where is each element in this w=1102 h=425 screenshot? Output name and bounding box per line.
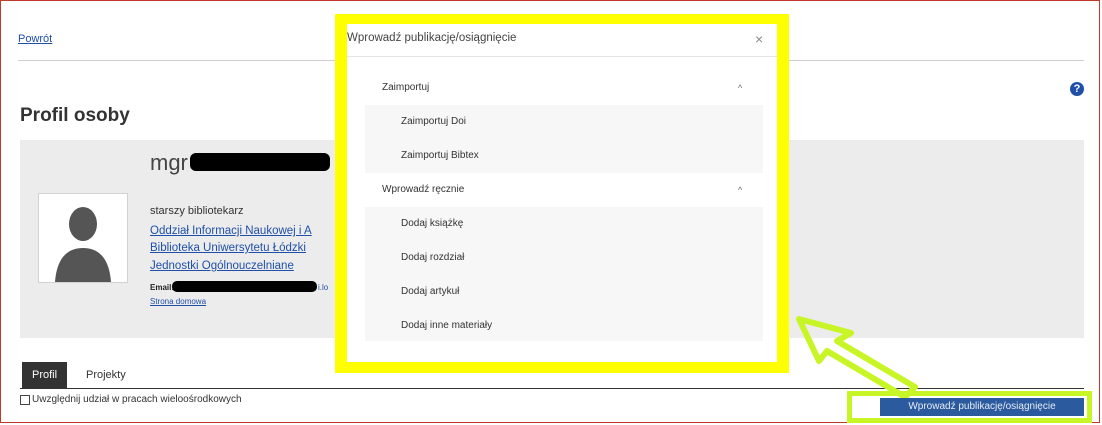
modal-menu: Zaimportuj ^ Zaimportuj Doi Zaimportuj B… (365, 71, 763, 341)
menu-item-label: Dodaj inne materiały (401, 320, 493, 331)
menu-item-label: Dodaj książkę (401, 218, 464, 229)
menu-section-import[interactable]: Zaimportuj ^ (365, 71, 763, 105)
back-link[interactable]: Powrót (18, 33, 52, 45)
add-publication-button[interactable]: Wprowadź publikację/osiągnięcie (880, 398, 1084, 416)
chevron-up-icon: ^ (738, 83, 743, 93)
unit-link[interactable]: Biblioteka Uniwersytetu Łódzki (150, 242, 340, 254)
tab-profile[interactable]: Profil (22, 362, 68, 388)
multicenter-label: Uwzględnij udział w pracach wieloośrodko… (32, 394, 242, 405)
close-icon[interactable]: × (755, 31, 763, 47)
unit-link[interactable]: Oddział Informacji Naukowej i A (150, 225, 335, 237)
modal-divider (347, 56, 777, 57)
menu-item-add-book[interactable]: Dodaj książkę (365, 207, 763, 241)
tab-projects[interactable]: Projekty (76, 362, 136, 388)
homepage-link[interactable]: Strona domowa (150, 297, 206, 306)
help-icon[interactable]: ? (1070, 82, 1084, 96)
email-value[interactable]: i.lo (318, 283, 328, 292)
avatar (38, 193, 128, 283)
section-label: Wprowadź ręcznie (382, 184, 465, 195)
menu-item-import-bibtex[interactable]: Zaimportuj Bibtex (365, 139, 763, 173)
menu-item-label: Zaimportuj Doi (401, 116, 467, 127)
menu-section-manual[interactable]: Wprowadź ręcznie ^ (365, 173, 763, 207)
email-label: Email: (150, 283, 175, 292)
redaction-bar (190, 153, 330, 171)
chevron-up-icon: ^ (738, 185, 743, 195)
redaction-bar (172, 281, 317, 292)
menu-item-add-other[interactable]: Dodaj inne materiały (365, 309, 763, 343)
multicenter-option[interactable]: Uwzględnij udział w pracach wieloośrodko… (20, 394, 242, 405)
page-title: Profil osoby (20, 105, 130, 126)
person-name: mgr (150, 150, 188, 175)
menu-item-label: Zaimportuj Bibtex (401, 150, 479, 161)
annotation-arrow-icon (796, 316, 918, 400)
menu-item-add-article[interactable]: Dodaj artykuł (365, 275, 763, 309)
multicenter-checkbox[interactable] (20, 394, 30, 405)
position-text: starszy bibliotekarz (150, 205, 244, 217)
menu-item-label: Dodaj artykuł (401, 286, 460, 297)
menu-item-add-chapter[interactable]: Dodaj rozdział (365, 241, 763, 275)
menu-item-import-doi[interactable]: Zaimportuj Doi (365, 105, 763, 139)
modal-title: Wprowadź publikację/osiągnięcie (347, 32, 517, 44)
unit-link[interactable]: Jednostki Ogólnouczelniane (150, 260, 294, 272)
menu-item-label: Dodaj rozdział (401, 252, 465, 263)
section-label: Zaimportuj (382, 82, 430, 93)
person-silhouette-icon (39, 194, 127, 282)
